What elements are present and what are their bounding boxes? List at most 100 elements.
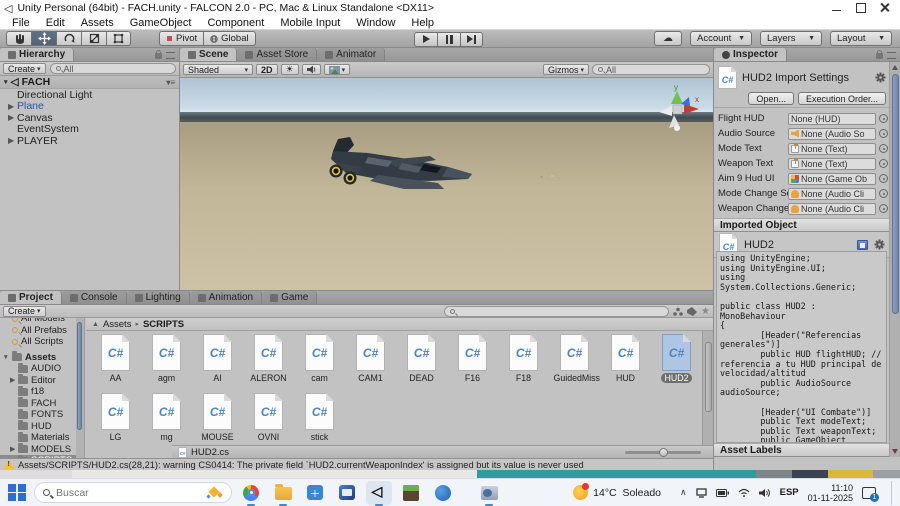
scene-options-icon[interactable]: ▾≡ bbox=[166, 78, 175, 87]
project-search-input[interactable] bbox=[444, 305, 670, 317]
taskbar-store-icon[interactable] bbox=[302, 481, 328, 505]
pause-button[interactable] bbox=[437, 31, 460, 47]
lock-icon[interactable] bbox=[155, 50, 162, 59]
project-folder[interactable]: ▶ HUD bbox=[0, 420, 84, 433]
bottom-panel-tab[interactable]: Project bbox=[0, 291, 62, 304]
2d-toggle-button[interactable]: 2D bbox=[256, 64, 278, 75]
scroll-up-icon[interactable] bbox=[892, 65, 898, 70]
taskbar-search[interactable] bbox=[34, 482, 232, 503]
bottom-panel-tab[interactable]: Game bbox=[262, 291, 318, 304]
gizmos-dropdown[interactable]: Gizmos ▾ bbox=[542, 64, 589, 75]
scene-audio-button[interactable] bbox=[301, 64, 321, 75]
notification-center-icon[interactable]: 1 bbox=[862, 486, 879, 502]
inspector-scrollbar[interactable] bbox=[889, 62, 900, 457]
taskbar-weather-widget[interactable]: 14°C Soleado bbox=[573, 483, 661, 500]
scrollbar-thumb[interactable] bbox=[704, 342, 712, 412]
help-book-icon[interactable] bbox=[857, 239, 868, 250]
menu-item[interactable]: Window bbox=[348, 17, 403, 29]
project-create-button[interactable]: Create ▾ bbox=[3, 305, 46, 317]
favorites-star-icon[interactable]: ★ bbox=[701, 306, 710, 317]
expand-arrow-icon[interactable]: ▶ bbox=[8, 102, 17, 111]
display-tray-icon[interactable] bbox=[695, 487, 707, 498]
taskbar-minecraft-icon[interactable] bbox=[398, 481, 424, 505]
project-file[interactable]: C# DEAD bbox=[396, 334, 447, 391]
panel-menu-icon[interactable] bbox=[887, 52, 896, 59]
battery-tray-icon[interactable] bbox=[715, 488, 729, 497]
menu-item[interactable]: Edit bbox=[38, 17, 73, 29]
object-field[interactable]: None (Text) bbox=[788, 157, 876, 170]
folder-tree-scrollbar[interactable] bbox=[76, 318, 84, 458]
project-folder[interactable]: ▶ Editor bbox=[0, 374, 84, 387]
hierarchy-item[interactable]: ▶ PLAYER bbox=[0, 135, 179, 147]
taskbar-explorer-icon[interactable] bbox=[270, 481, 296, 506]
object-field[interactable]: None (Text) bbox=[788, 142, 876, 155]
project-file[interactable]: C# AA bbox=[90, 334, 141, 391]
expand-arrow-icon[interactable]: ▶ bbox=[10, 445, 18, 453]
project-file[interactable]: C# ALERON bbox=[243, 334, 294, 391]
console-warning-message[interactable]: Assets/SCRIPTS/HUD2.cs(28,21): warning C… bbox=[18, 460, 584, 470]
scene-orientation-gizmo[interactable]: y x bbox=[651, 82, 703, 132]
taskbar-blue-app-icon[interactable] bbox=[334, 481, 360, 505]
menu-item[interactable]: Mobile Input bbox=[272, 17, 348, 29]
project-file[interactable]: C# CAM1 bbox=[345, 334, 396, 391]
hierarchy-create-button[interactable]: Create ▾ bbox=[3, 63, 46, 74]
scene-viewport[interactable]: y x bbox=[180, 78, 713, 289]
taskbar-round-app-icon[interactable] bbox=[430, 481, 456, 505]
language-indicator[interactable]: ESP bbox=[780, 487, 799, 498]
project-folder[interactable]: ▶ Materials bbox=[0, 431, 84, 444]
shading-mode-dropdown[interactable]: Shaded ▾ bbox=[183, 64, 253, 75]
project-file[interactable]: C# cam bbox=[294, 334, 345, 391]
breadcrumb-current[interactable]: SCRIPTS bbox=[143, 319, 184, 330]
taskbar-unity-icon[interactable] bbox=[366, 480, 392, 506]
scene-view-tab[interactable]: Scene bbox=[180, 48, 238, 61]
wifi-tray-icon[interactable] bbox=[738, 488, 750, 497]
project-file[interactable]: C# OVNI bbox=[243, 393, 294, 445]
bottom-panel-tab[interactable]: Console bbox=[61, 291, 127, 304]
fighter-jet-model[interactable] bbox=[308, 136, 480, 208]
show-desktop-button[interactable] bbox=[891, 480, 894, 505]
taskbar-clock[interactable]: 11:10 01-11-2025 bbox=[808, 483, 853, 503]
play-button[interactable] bbox=[414, 31, 437, 47]
project-file[interactable]: C# agm bbox=[141, 334, 192, 391]
favorite-search-item[interactable]: All Prefabs bbox=[0, 325, 84, 337]
scene-view-tab[interactable]: Asset Store bbox=[237, 48, 318, 61]
expand-arrow-icon[interactable]: ▶ bbox=[10, 376, 18, 384]
scene-view-tab[interactable]: Animator bbox=[317, 48, 386, 61]
cloud-services-button[interactable]: ☁ bbox=[654, 31, 682, 46]
project-file[interactable]: C# HUD2 bbox=[651, 334, 702, 391]
project-file[interactable]: C# mg bbox=[141, 393, 192, 445]
project-file[interactable]: C# HUD bbox=[600, 334, 651, 391]
object-field[interactable]: None (Audio Cli bbox=[788, 202, 876, 215]
menu-item[interactable]: Help bbox=[403, 17, 442, 29]
pivot-toggle-button[interactable]: Pivot bbox=[159, 31, 204, 46]
scroll-down-icon[interactable] bbox=[892, 449, 898, 454]
object-picker-icon[interactable] bbox=[879, 159, 888, 168]
object-picker-icon[interactable] bbox=[879, 144, 888, 153]
status-bar[interactable]: Assets/SCRIPTS/HUD2.cs(28,21): warning C… bbox=[0, 458, 713, 470]
gear-icon[interactable] bbox=[875, 72, 886, 83]
expand-arrow-icon[interactable]: ▶ bbox=[8, 113, 17, 122]
foldout-arrow-icon[interactable]: ▾ bbox=[4, 78, 8, 86]
object-picker-icon[interactable] bbox=[879, 114, 888, 123]
lock-icon[interactable] bbox=[876, 50, 883, 59]
slider-knob[interactable] bbox=[659, 447, 668, 457]
project-file[interactable]: C# F18 bbox=[498, 334, 549, 391]
close-button[interactable] bbox=[880, 3, 890, 13]
execution-order-button[interactable]: Execution Order... bbox=[797, 92, 886, 105]
project-file[interactable]: C# F16 bbox=[447, 334, 498, 391]
expand-arrow-icon[interactable]: ▶ bbox=[8, 136, 17, 145]
scrollbar-thumb[interactable] bbox=[891, 74, 899, 314]
favorite-search-item[interactable]: All Scripts bbox=[0, 336, 84, 348]
hand-tool-button[interactable] bbox=[6, 31, 31, 46]
asset-labels-header[interactable]: Asset Labels bbox=[714, 443, 890, 457]
assets-root-folder[interactable]: ▾ Assets bbox=[0, 351, 84, 364]
hierarchy-item[interactable]: ▶ Plane bbox=[0, 100, 179, 112]
object-field[interactable]: None (HUD) bbox=[788, 112, 876, 125]
layers-dropdown[interactable]: Layers ▼ bbox=[760, 31, 822, 46]
project-file[interactable]: C# GuidedMiss... bbox=[549, 334, 600, 391]
scene-root-row[interactable]: ▾ ◁ FACH ▾≡ bbox=[0, 76, 179, 89]
menu-item[interactable]: Assets bbox=[73, 17, 122, 29]
start-button[interactable] bbox=[6, 482, 28, 504]
scrollbar-thumb[interactable] bbox=[77, 322, 82, 430]
maximize-button[interactable] bbox=[856, 3, 866, 13]
